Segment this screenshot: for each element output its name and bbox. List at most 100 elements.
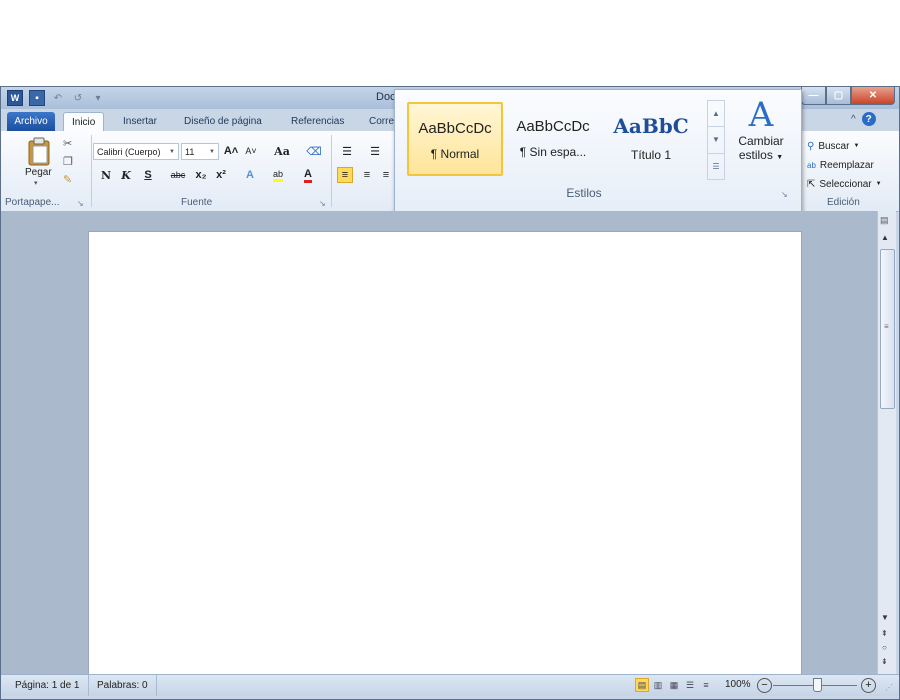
- zoom-out-icon[interactable]: −: [757, 678, 772, 693]
- zoom-in-icon[interactable]: +: [861, 678, 876, 693]
- tab-archivo[interactable]: Archivo: [7, 112, 55, 131]
- minimize-ribbon-icon[interactable]: ^: [851, 114, 856, 125]
- minimize-button[interactable]: —: [801, 87, 826, 105]
- clipboard-launcher-icon[interactable]: ↘: [77, 199, 84, 208]
- scroll-up-icon[interactable]: ▲: [881, 233, 889, 242]
- paste-label[interactable]: Pegar: [25, 167, 52, 178]
- web-layout-icon[interactable]: ▦: [667, 678, 681, 692]
- clipboard-group-label: Portapape...: [5, 197, 60, 208]
- cut-icon[interactable]: ✂: [63, 137, 77, 151]
- font-group-label: Fuente: [181, 197, 213, 208]
- print-layout-icon[interactable]: ▤: [635, 678, 649, 692]
- status-bar: Página: 1 de 1 Palabras: 0 ▤ ▥ ▦ ☰ ≡ 100…: [1, 674, 899, 696]
- align-center-icon[interactable]: ≡: [359, 167, 375, 183]
- previous-page-icon[interactable]: ⇞: [881, 629, 888, 638]
- align-left-icon[interactable]: ≡: [337, 167, 353, 183]
- next-page-icon[interactable]: ⇟: [881, 657, 888, 666]
- find-button[interactable]: ⚲ Buscar ▼: [807, 137, 859, 155]
- outline-icon[interactable]: ☰: [683, 678, 697, 692]
- redo-icon[interactable]: ↺: [71, 91, 85, 105]
- document-page[interactable]: [88, 231, 802, 674]
- zoom-level[interactable]: 100%: [725, 679, 751, 690]
- browse-object-icon[interactable]: ○: [882, 643, 887, 652]
- customize-qat-icon[interactable]: ▾: [91, 91, 105, 105]
- style-sin-espaciado[interactable]: AaBbCcDc ¶ Sin espa...: [505, 102, 601, 176]
- word-window: W ▪ ↶ ↺ ▾ Doc — ▢ ✕ Archivo Inicio Inser…: [0, 86, 900, 700]
- change-case-button[interactable]: Aa: [271, 143, 293, 159]
- replace-icon: ab: [807, 160, 816, 170]
- ruler-toggle-icon[interactable]: ▤: [880, 215, 892, 227]
- change-styles-label: Cambiar: [738, 134, 784, 148]
- underline-button[interactable]: S: [141, 167, 155, 183]
- gallery-up-icon[interactable]: ▲: [708, 101, 724, 128]
- resize-grip-icon[interactable]: ⋰: [885, 683, 893, 692]
- draft-icon[interactable]: ≡: [699, 678, 713, 692]
- full-screen-reading-icon[interactable]: ▥: [651, 678, 665, 692]
- help-icon[interactable]: ?: [861, 112, 876, 126]
- tab-insertar[interactable]: Insertar: [115, 112, 165, 131]
- gallery-scroll-buttons: ▲ ▼ ☰: [707, 100, 725, 180]
- zoom-slider-thumb[interactable]: [813, 678, 822, 692]
- highlight-swatch-icon: ab: [272, 169, 283, 182]
- change-styles-button[interactable]: A Cambiar estilos ▼: [725, 96, 797, 176]
- maximize-button[interactable]: ▢: [825, 87, 851, 105]
- window-controls: — ▢ ✕: [801, 87, 895, 105]
- style-sample: AaBbCcDc: [516, 118, 590, 135]
- font-launcher-icon[interactable]: ↘: [319, 199, 326, 208]
- tab-referencias[interactable]: Referencias: [283, 112, 352, 131]
- save-icon[interactable]: ▪: [29, 90, 45, 106]
- format-painter-icon[interactable]: ✎: [63, 173, 77, 187]
- group-separator: [91, 135, 92, 207]
- binoculars-icon: ⚲: [807, 140, 815, 152]
- text-effects-icon[interactable]: A: [241, 167, 259, 183]
- paste-dropdown-icon[interactable]: ▾: [34, 179, 38, 187]
- select-label: Seleccionar: [819, 178, 872, 190]
- font-size-value: 11: [185, 146, 195, 157]
- gallery-more-icon[interactable]: ☰: [708, 154, 724, 179]
- bullets-icon[interactable]: ☰: [339, 143, 355, 159]
- window-title: Doc: [376, 91, 396, 103]
- style-name: Título 1: [630, 148, 672, 162]
- scroll-thumb[interactable]: ≡: [880, 249, 895, 409]
- vertical-scrollbar[interactable]: ▤ ▲ ≡ ▼ ⇞ ○ ⇟: [877, 211, 896, 674]
- word-count-status[interactable]: Palabras: 0: [89, 675, 157, 696]
- quick-access-toolbar: W ▪ ↶ ↺ ▾: [7, 90, 105, 106]
- superscript-button[interactable]: x²: [213, 167, 229, 183]
- ribbon-help-area: ^ ?: [851, 112, 876, 126]
- select-dropdown-icon: ▼: [875, 181, 882, 187]
- select-button[interactable]: ⇱ Seleccionar ▼: [807, 175, 882, 193]
- align-right-icon[interactable]: ≡: [379, 167, 393, 183]
- subscript-button[interactable]: x₂: [193, 167, 209, 183]
- change-styles-dropdown-icon: ▼: [776, 154, 784, 161]
- copy-icon[interactable]: ❐: [63, 155, 77, 169]
- bold-button[interactable]: N: [99, 167, 113, 183]
- highlight-color-icon[interactable]: ab: [269, 167, 287, 183]
- style-name: ¶ Normal: [430, 147, 480, 161]
- editing-group-label: Edición: [827, 197, 860, 208]
- replace-button[interactable]: ab Reemplazar: [807, 156, 874, 174]
- font-name-select[interactable]: Calibri (Cuerpo) ▼: [93, 143, 179, 160]
- paste-icon[interactable]: [27, 137, 51, 167]
- tab-diseno-pagina[interactable]: Diseño de página: [176, 112, 270, 131]
- strikethrough-button[interactable]: abc: [167, 167, 189, 183]
- styles-launcher-icon[interactable]: ↘: [781, 190, 788, 199]
- view-buttons: ▤ ▥ ▦ ☰ ≡: [635, 678, 713, 692]
- style-normal[interactable]: AaBbCcDc ¶ Normal: [407, 102, 503, 176]
- font-size-select[interactable]: 11 ▼: [181, 143, 219, 160]
- numbering-icon[interactable]: ☰: [367, 143, 383, 159]
- style-titulo-1[interactable]: AaBbC Título 1: [603, 102, 699, 176]
- close-button[interactable]: ✕: [850, 87, 895, 105]
- word-icon[interactable]: W: [7, 90, 23, 106]
- clear-formatting-icon[interactable]: ⌫: [305, 143, 323, 159]
- page-count-status[interactable]: Página: 1 de 1: [7, 675, 89, 696]
- gallery-down-icon[interactable]: ▼: [708, 127, 724, 154]
- italic-button[interactable]: K: [119, 167, 133, 183]
- tab-inicio[interactable]: Inicio: [63, 112, 105, 132]
- scroll-down-icon[interactable]: ▼: [881, 613, 889, 622]
- shrink-font-button[interactable]: A˅: [243, 143, 259, 159]
- clipboard-group: Pegar ▾ ✂ ❐ ✎ Portapape... ↘: [1, 131, 91, 211]
- font-color-icon[interactable]: A: [299, 167, 317, 183]
- grow-font-button[interactable]: A˄: [223, 143, 239, 159]
- styles-gallery-panel: AaBbCcDc ¶ Normal AaBbCcDc ¶ Sin espa...…: [394, 89, 802, 213]
- undo-icon[interactable]: ↶: [51, 91, 65, 105]
